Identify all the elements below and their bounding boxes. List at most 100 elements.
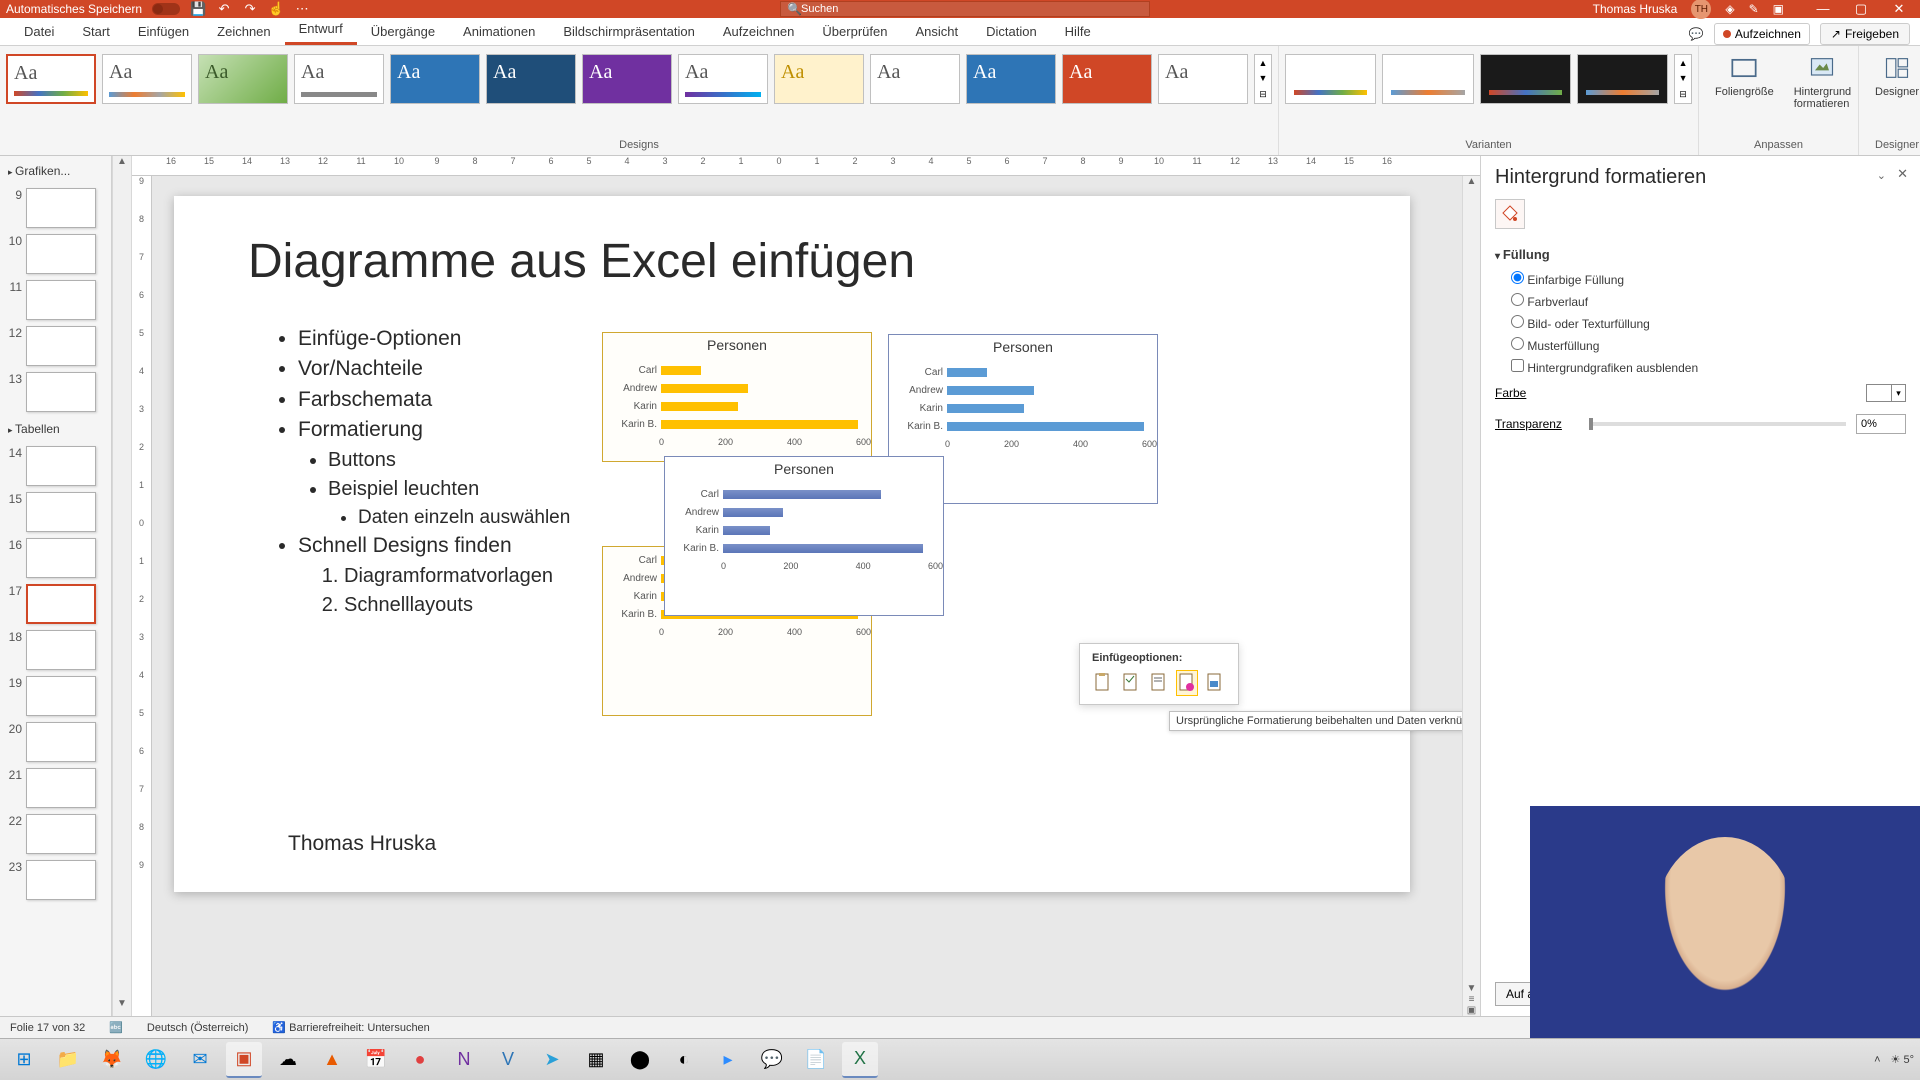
- paste-option-4-link[interactable]: [1176, 670, 1198, 696]
- pane-collapse-icon[interactable]: ⌄: [1877, 169, 1886, 182]
- firefox-icon[interactable]: 🦊: [94, 1042, 130, 1078]
- onenote-icon[interactable]: N: [446, 1042, 482, 1078]
- vlc-icon[interactable]: ▲: [314, 1042, 350, 1078]
- calendar-icon[interactable]: 📅: [358, 1042, 394, 1078]
- start-button[interactable]: ⊞: [6, 1042, 42, 1078]
- slide-counter[interactable]: Folie 17 von 32: [10, 1022, 85, 1034]
- zoom-icon[interactable]: ▸: [710, 1042, 746, 1078]
- design-thumb-11[interactable]: Aa: [966, 54, 1056, 104]
- slide-thumb-14[interactable]: 14: [6, 446, 105, 486]
- record-button[interactable]: Aufzeichnen: [1714, 23, 1810, 45]
- search-box[interactable]: 🔍: [780, 1, 1150, 17]
- diamond-icon[interactable]: ◈: [1725, 2, 1734, 16]
- slide-thumb-18[interactable]: 18: [6, 630, 105, 670]
- slide-thumb-19[interactable]: 19: [6, 676, 105, 716]
- paste-option-1[interactable]: [1092, 670, 1114, 696]
- tab-datei[interactable]: Datei: [10, 18, 68, 45]
- color-swatch[interactable]: [1866, 384, 1892, 402]
- thumb-scrollbar[interactable]: ▲▼: [112, 156, 132, 1016]
- design-thumb-9[interactable]: Aa: [774, 54, 864, 104]
- design-thumb-7[interactable]: Aa: [582, 54, 672, 104]
- paste-option-5[interactable]: [1204, 670, 1226, 696]
- app-icon-5[interactable]: 💬: [754, 1042, 790, 1078]
- design-thumb-10[interactable]: Aa: [870, 54, 960, 104]
- slide-thumb-10[interactable]: 10: [6, 234, 105, 274]
- transparency-slider[interactable]: [1589, 422, 1846, 426]
- slide-canvas[interactable]: 1615141312111098765432101234567891011121…: [132, 156, 1480, 1016]
- slide-thumb-12[interactable]: 12: [6, 326, 105, 366]
- tab-start[interactable]: Start: [68, 18, 123, 45]
- minimize-button[interactable]: —: [1808, 1, 1838, 17]
- tray-expand-icon[interactable]: ˄: [1874, 1054, 1880, 1066]
- tab-ansicht[interactable]: Ansicht: [901, 18, 972, 45]
- designs-more[interactable]: ▲▼⊟: [1254, 54, 1272, 104]
- slide-thumb-21[interactable]: 21: [6, 768, 105, 808]
- slide-thumb-23[interactable]: 23: [6, 860, 105, 900]
- search-input[interactable]: [801, 3, 1143, 15]
- slide-thumb-11[interactable]: 11: [6, 280, 105, 320]
- hide-bg-graphics[interactable]: Hintergrundgrafiken ausblenden: [1511, 356, 1906, 378]
- powerpoint-icon[interactable]: ▣: [226, 1042, 262, 1078]
- save-icon[interactable]: 💾: [190, 1, 206, 17]
- slide-thumb-20[interactable]: 20: [6, 722, 105, 762]
- slide-body[interactable]: Einfüge-Optionen Vor/Nachteile Farbschem…: [274, 324, 570, 620]
- variants-more[interactable]: ▲▼⊟: [1674, 54, 1692, 104]
- slide-thumb-17[interactable]: 17: [6, 584, 105, 624]
- design-thumb-3[interactable]: Aa: [198, 54, 288, 104]
- thumbnail-pane[interactable]: Grafiken... 910111213 Tabellen 141516171…: [0, 156, 112, 1016]
- touch-mode-icon[interactable]: ☝: [268, 1, 284, 17]
- slide[interactable]: Diagramme aus Excel einfügen Einfüge-Opt…: [174, 196, 1410, 892]
- maximize-button[interactable]: ▢: [1846, 1, 1876, 17]
- tab-ueberpruefen[interactable]: Überprüfen: [808, 18, 901, 45]
- slide-title[interactable]: Diagramme aus Excel einfügen: [248, 234, 915, 289]
- fill-picture[interactable]: Bild- oder Texturfüllung: [1511, 312, 1906, 334]
- chart-personen-yellow-top[interactable]: PersonenCarlAndrewKarinKarin B.020040060…: [602, 332, 872, 462]
- chart-personen-bluegrad[interactable]: PersonenCarlAndrewKarinKarin B.020040060…: [664, 456, 944, 616]
- design-thumb-2[interactable]: Aa: [102, 54, 192, 104]
- close-button[interactable]: ✕: [1884, 1, 1914, 17]
- outlook-icon[interactable]: ✉: [182, 1042, 218, 1078]
- obs-icon[interactable]: ⬤: [622, 1042, 658, 1078]
- fill-section[interactable]: Füllung: [1495, 241, 1906, 268]
- user-avatar[interactable]: TH: [1691, 0, 1711, 19]
- accessibility-status[interactable]: ♿ Barrierefreiheit: Untersuchen: [272, 1021, 429, 1034]
- section-tabellen[interactable]: Tabellen: [6, 418, 105, 440]
- design-thumb-1[interactable]: Aa: [6, 54, 96, 104]
- design-thumb-12[interactable]: Aa: [1062, 54, 1152, 104]
- excel-icon[interactable]: X: [842, 1042, 878, 1078]
- tab-dictation[interactable]: Dictation: [972, 18, 1051, 45]
- section-grafiken[interactable]: Grafiken...: [6, 160, 105, 182]
- slide-thumb-9[interactable]: 9: [6, 188, 105, 228]
- tab-zeichnen[interactable]: Zeichnen: [203, 18, 284, 45]
- paste-option-2[interactable]: [1120, 670, 1142, 696]
- design-thumb-8[interactable]: Aa: [678, 54, 768, 104]
- app-icon-2[interactable]: ●: [402, 1042, 438, 1078]
- redo-icon[interactable]: ↷: [242, 1, 258, 17]
- spellcheck-icon[interactable]: 🔤: [109, 1021, 123, 1034]
- app-icon-6[interactable]: 📄: [798, 1042, 834, 1078]
- tab-bildschirm[interactable]: Bildschirmpräsentation: [549, 18, 709, 45]
- design-thumb-5[interactable]: Aa: [390, 54, 480, 104]
- variant-1[interactable]: [1285, 54, 1376, 104]
- window-icon[interactable]: ▣: [1773, 2, 1784, 16]
- slide-size-button[interactable]: Foliengröße: [1705, 50, 1784, 114]
- undo-icon[interactable]: ↶: [216, 1, 232, 17]
- paste-option-3[interactable]: [1148, 670, 1170, 696]
- visio-icon[interactable]: V: [490, 1042, 526, 1078]
- design-thumb-4[interactable]: Aa: [294, 54, 384, 104]
- tab-hilfe[interactable]: Hilfe: [1051, 18, 1105, 45]
- fill-tab-icon[interactable]: [1495, 199, 1525, 229]
- variant-3[interactable]: [1480, 54, 1571, 104]
- tab-uebergaenge[interactable]: Übergänge: [357, 18, 449, 45]
- weather-widget[interactable]: ☀ 5°: [1891, 1053, 1914, 1066]
- language-status[interactable]: Deutsch (Österreich): [147, 1022, 248, 1034]
- designer-button[interactable]: Designer: [1865, 50, 1920, 102]
- share-button[interactable]: ↗Freigeben: [1820, 23, 1910, 45]
- app-icon-3[interactable]: ▦: [578, 1042, 614, 1078]
- slide-thumb-15[interactable]: 15: [6, 492, 105, 532]
- pen-icon[interactable]: ✎: [1749, 2, 1759, 16]
- format-background-button[interactable]: Hintergrund formatieren: [1784, 50, 1861, 114]
- app-icon-4[interactable]: ◐: [666, 1042, 702, 1078]
- app-icon-1[interactable]: ☁: [270, 1042, 306, 1078]
- tab-einfuegen[interactable]: Einfügen: [124, 18, 203, 45]
